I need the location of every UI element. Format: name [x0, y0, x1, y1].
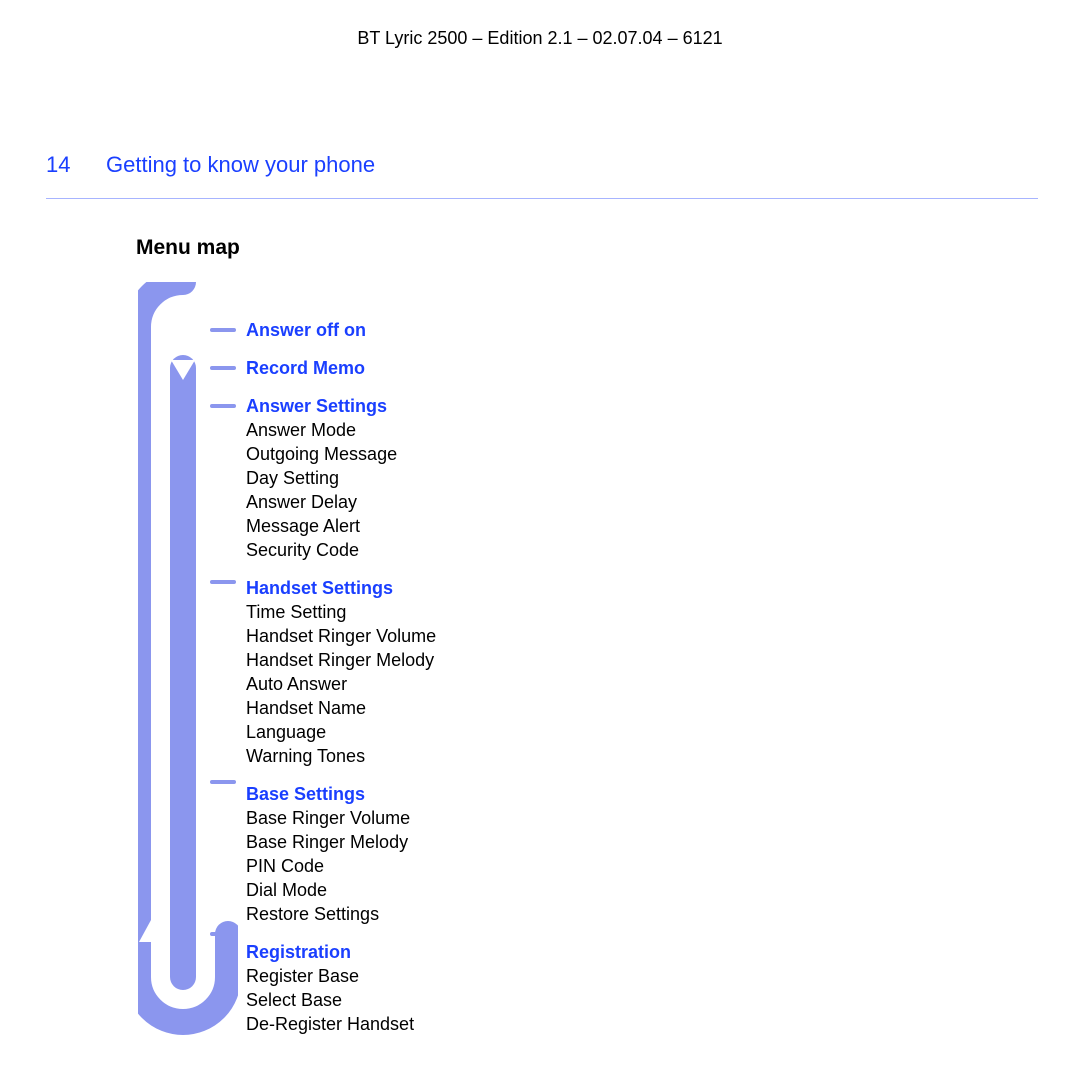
loop-icon — [138, 282, 238, 1042]
menu-heading: Record Memo — [246, 356, 746, 380]
menu-item: Dial Mode — [246, 878, 746, 902]
menu-item: Base Ringer Melody — [246, 830, 746, 854]
menu-map-graphic: Answer off on Record Memo Answer Setting… — [138, 282, 938, 1042]
branch-connector — [210, 580, 236, 584]
menu-item: De-Register Handset — [246, 1012, 746, 1036]
menu-group: Answer off on — [246, 318, 746, 342]
menu-group: Base Settings Base Ringer Volume Base Ri… — [246, 782, 746, 926]
menu-heading: Answer Settings — [246, 394, 746, 418]
menu-group: Answer Settings Answer Mode Outgoing Mes… — [246, 394, 746, 562]
branch-connector — [210, 366, 236, 370]
branch-connector — [210, 404, 236, 408]
menu-heading: Registration — [246, 940, 746, 964]
menu-item: Message Alert — [246, 514, 746, 538]
menu-item: Answer Delay — [246, 490, 746, 514]
menu-group: Handset Settings Time Setting Handset Ri… — [246, 576, 746, 768]
menu-item: Answer Mode — [246, 418, 746, 442]
menu-item: Handset Ringer Volume — [246, 624, 746, 648]
horizontal-rule — [46, 198, 1038, 199]
branch-connector — [210, 932, 236, 936]
menu-item: Language — [246, 720, 746, 744]
menu-item: Auto Answer — [246, 672, 746, 696]
menu-item: Time Setting — [246, 600, 746, 624]
menu-item: Security Code — [246, 538, 746, 562]
menu-item: Base Ringer Volume — [246, 806, 746, 830]
menu-heading: Base Settings — [246, 782, 746, 806]
menu-items: Answer off on Record Memo Answer Setting… — [246, 282, 746, 1050]
menu-group: Registration Register Base Select Base D… — [246, 940, 746, 1036]
menu-item: Outgoing Message — [246, 442, 746, 466]
menu-item: Select Base — [246, 988, 746, 1012]
menu-item: Restore Settings — [246, 902, 746, 926]
section-title: Getting to know your phone — [106, 152, 375, 178]
menu-group: Record Memo — [246, 356, 746, 380]
menu-map-heading: Menu map — [136, 236, 240, 260]
menu-item: Handset Name — [246, 696, 746, 720]
page-number: 14 — [46, 152, 70, 178]
header-line: BT Lyric 2500 – Edition 2.1 – 02.07.04 –… — [0, 28, 1080, 49]
menu-item: Register Base — [246, 964, 746, 988]
menu-item: PIN Code — [246, 854, 746, 878]
branch-connector — [210, 328, 236, 332]
menu-heading: Handset Settings — [246, 576, 746, 600]
menu-item: Day Setting — [246, 466, 746, 490]
branch-connector — [210, 780, 236, 784]
menu-item: Warning Tones — [246, 744, 746, 768]
menu-heading: Answer off on — [246, 318, 746, 342]
menu-item: Handset Ringer Melody — [246, 648, 746, 672]
page: BT Lyric 2500 – Edition 2.1 – 02.07.04 –… — [0, 0, 1080, 1077]
